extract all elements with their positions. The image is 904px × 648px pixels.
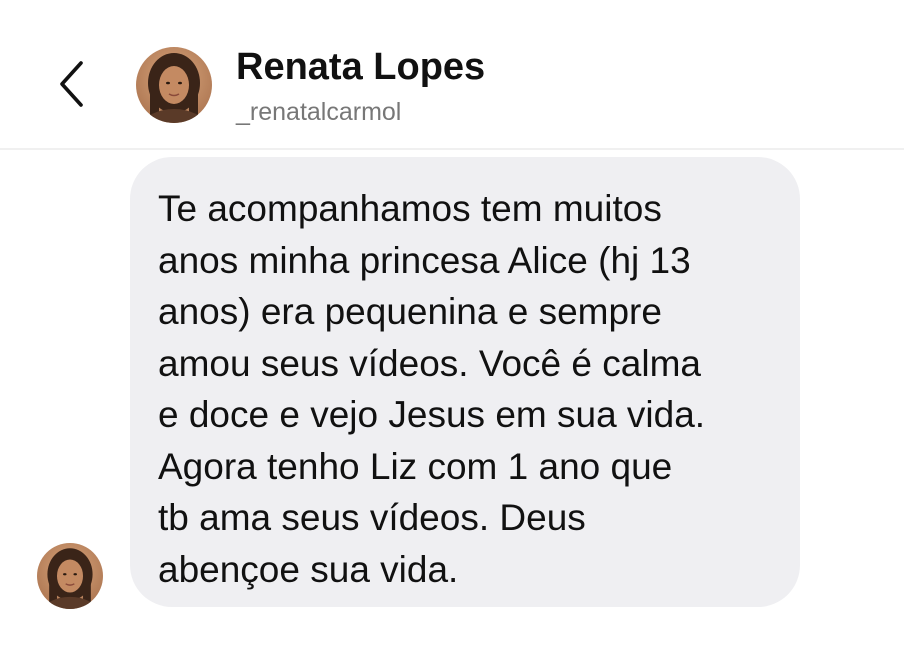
chat-header: Renata Lopes _renatalcarmol [0,0,904,148]
chevron-left-icon [57,59,87,109]
message-avatar[interactable] [37,543,103,609]
back-button[interactable] [48,52,96,116]
header-divider [0,148,904,150]
contact-handle: _renatalcarmol [236,98,402,126]
message-text: Te acompanhamos tem muitos anos minha pr… [158,188,706,590]
avatar[interactable] [136,47,212,123]
contact-name: Renata Lopes [236,46,486,88]
message-bubble[interactable]: Te acompanhamos tem muitos anos minha pr… [130,157,800,607]
